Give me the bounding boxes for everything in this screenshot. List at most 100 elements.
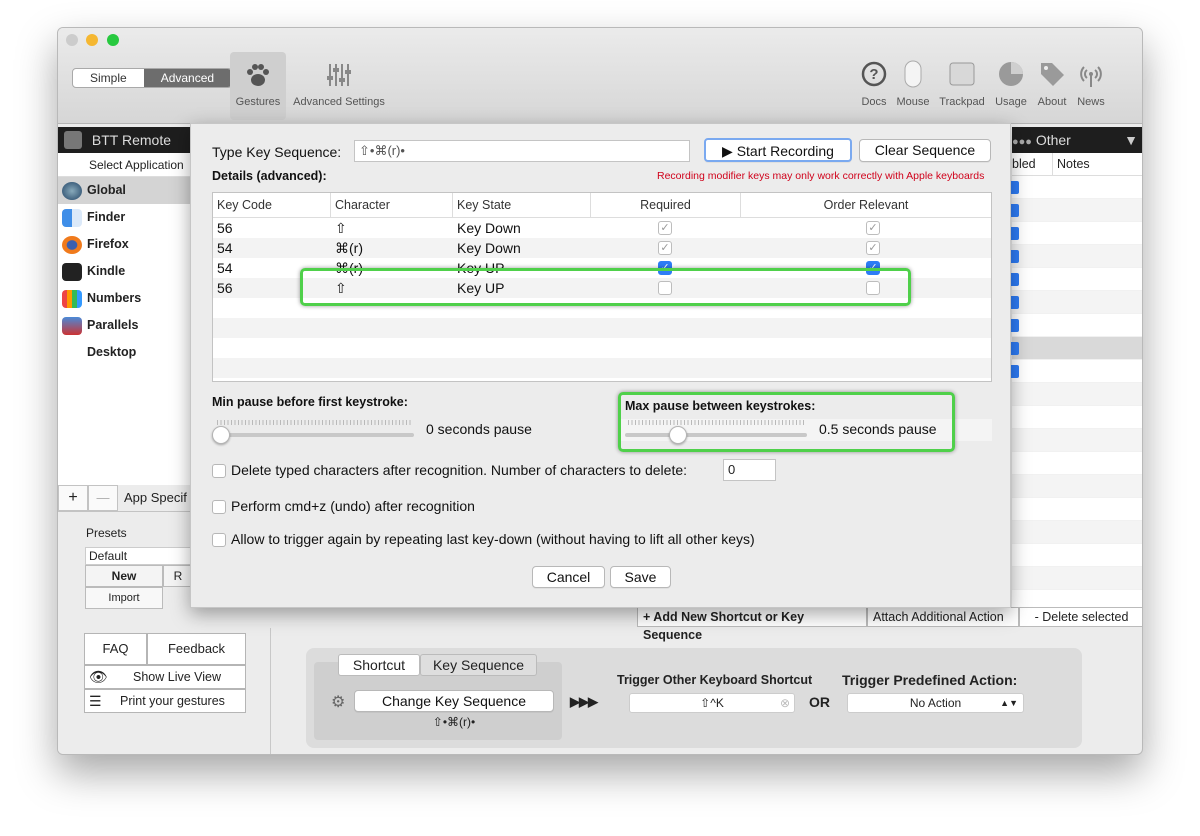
list-row[interactable] [1007,245,1142,268]
tab-shortcut[interactable]: Shortcut [338,654,420,676]
list-icon: ☰ [89,693,102,709]
table-header: Key Code Character Key State Required Or… [213,193,991,218]
remove-app-button[interactable]: — [88,485,118,511]
show-live-view-button[interactable]: 👁 Show Live View [84,665,246,689]
triangle-down-icon[interactable]: ▼ [1124,127,1138,153]
list-row [1012,406,1142,429]
cell-key-code: 56 [217,220,233,236]
change-key-sequence-button[interactable]: Change Key Sequence [354,690,554,712]
order-relevant-checkbox[interactable]: ✓ [866,221,880,235]
table-row-empty [213,338,991,358]
app-label: Global [87,183,126,197]
preset-r-button[interactable]: R [163,565,193,587]
btt-remote-bar[interactable]: BTT Remote [58,127,191,153]
cell-key-code: 54 [217,260,233,276]
feedback-button[interactable]: Feedback [147,633,246,665]
shortcut-recorder-field[interactable]: ⇧^K ⊗ [629,693,795,713]
other-bar[interactable]: ●●● Other ▼ [1012,127,1142,153]
min-pause-slider-knob[interactable] [212,426,230,444]
app-item-numbers[interactable]: Numbers [58,285,190,312]
preset-import-button[interactable]: Import [85,587,163,609]
undo-checkbox[interactable] [212,500,226,514]
mode-advanced-button[interactable]: Advanced [143,69,232,87]
other-label: Other [1035,132,1071,148]
column-key-code[interactable]: Key Code [213,193,331,218]
print-gestures-button[interactable]: ☰ Print your gestures [84,689,246,713]
app-label: Finder [87,210,126,224]
predefined-action-select[interactable]: No Action ▲▼ [847,693,1024,713]
key-sequence-input[interactable]: ⇧•⌘(r)• [354,140,690,162]
app-item-finder[interactable]: Finder [58,204,190,231]
clear-sequence-button[interactable]: Clear Sequence [859,139,991,162]
preset-new-button[interactable]: New [85,565,163,587]
min-pause-slider[interactable] [212,433,414,437]
cancel-button[interactable]: Cancel [532,566,605,588]
list-row[interactable] [1007,291,1142,314]
arrows-icon: ▶▶▶ [570,694,598,709]
notes-column-header: Notes [1052,153,1090,176]
toolbar-advanced-settings-button[interactable]: Advanced Settings [289,52,389,108]
required-checkbox[interactable]: ✓ [658,221,672,235]
trackpad-label: Trackpad [939,96,985,108]
question-icon: ? [859,60,889,90]
column-key-state[interactable]: Key State [453,193,591,218]
btt-remote-label: BTT Remote [91,132,171,148]
delete-selected-button[interactable]: - Delete selected [1019,607,1142,627]
column-required[interactable]: Required [591,193,741,218]
column-order-relevant[interactable]: Order Relevant [741,193,991,218]
delete-count-input[interactable]: 0 [723,459,776,481]
gestures-label: Gestures [235,96,281,108]
remote-icon [64,131,82,149]
add-app-button[interactable]: + [58,485,88,511]
or-label: OR [809,694,830,710]
table-row-empty [213,358,991,378]
tag-icon [1037,60,1067,90]
toolbar-docs-button[interactable]: ? Docs [858,52,890,108]
zoom-button[interactable] [107,34,119,46]
retrigger-checkbox[interactable] [212,533,226,547]
gear-icon[interactable]: ⚙ [331,692,345,712]
attach-action-button[interactable]: Attach Additional Action [867,607,1019,627]
add-shortcut-button[interactable]: + Add New Shortcut or Key Sequence [637,607,867,642]
toolbar-mouse-button[interactable]: Mouse [895,52,931,108]
list-row[interactable] [1007,199,1142,222]
tab-key-sequence[interactable]: Key Sequence [420,654,537,676]
order-relevant-checkbox[interactable]: ✓ [866,241,880,255]
app-item-kindle[interactable]: Kindle [58,258,190,285]
app-item-parallels[interactable]: Parallels Desktop [58,312,190,359]
app-label: Numbers [87,291,142,305]
toolbar: Simple Advanced Gestures Advanced Settin… [58,28,1142,124]
toolbar-news-button[interactable]: News [1074,52,1108,108]
numbers-icon [62,290,82,308]
list-row[interactable] [1007,268,1142,291]
delete-typed-checkbox[interactable] [212,464,226,478]
faq-button[interactable]: FAQ [84,633,147,665]
list-row [1012,567,1142,590]
toolbar-gestures-button[interactable]: Gestures [230,52,286,120]
app-item-global[interactable]: Global [58,177,190,204]
minimize-button[interactable] [86,34,98,46]
app-sidebar: Select Application Global Finder Firefox… [58,153,191,485]
delete-typed-label: Delete typed characters after recognitio… [231,462,688,478]
clear-icon[interactable]: ⊗ [780,694,790,712]
table-row[interactable]: 54 ⌘(r) Key Down ✓ ✓ [213,238,991,258]
start-recording-button[interactable]: ▶ Start Recording [704,138,852,162]
news-label: News [1077,96,1105,108]
toolbar-about-button[interactable]: About [1034,52,1070,108]
app-item-firefox[interactable]: Firefox [58,231,190,258]
toolbar-usage-button[interactable]: Usage [993,52,1029,108]
toolbar-trackpad-button[interactable]: Trackpad [936,52,988,108]
about-label: About [1037,96,1067,108]
close-button[interactable] [66,34,78,46]
table-row[interactable]: 56 ⇧ Key Down ✓ ✓ [213,218,991,238]
list-row[interactable] [1007,176,1142,199]
required-checkbox[interactable]: ✓ [658,241,672,255]
kindle-icon [62,263,82,281]
list-row-selected[interactable] [1007,337,1142,360]
list-row[interactable] [1007,360,1142,383]
mode-simple-button[interactable]: Simple [73,69,144,87]
column-character[interactable]: Character [331,193,453,218]
save-button[interactable]: Save [610,566,671,588]
list-row[interactable] [1007,222,1142,245]
list-row[interactable] [1007,314,1142,337]
